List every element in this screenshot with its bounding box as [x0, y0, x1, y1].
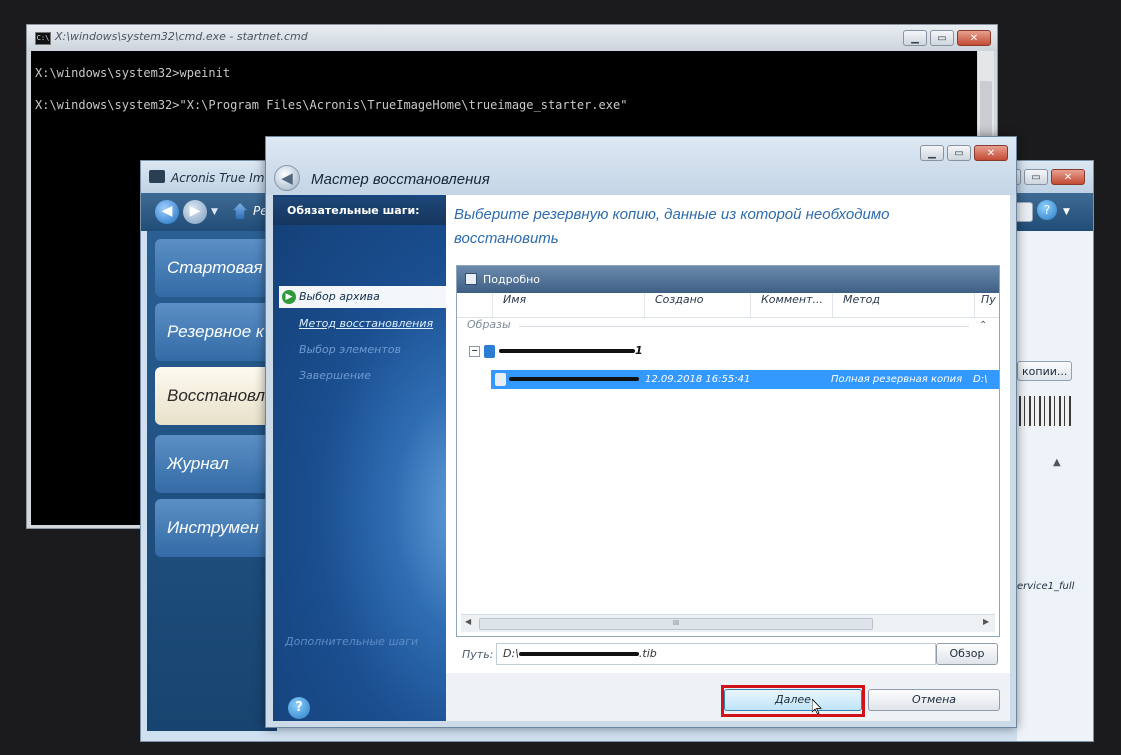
details-icon [465, 273, 477, 285]
path-label: Путь: [462, 648, 494, 661]
horizontal-scrollbar[interactable]: ◀ III ▶ [461, 614, 995, 632]
home-icon[interactable] [233, 203, 247, 219]
acronis-right-pane: копии... ▲ ervice1_full [1017, 231, 1093, 741]
help-icon[interactable]: ? [1037, 200, 1057, 220]
backup-file-icon [495, 373, 506, 386]
browse-button[interactable]: Обзор [936, 643, 998, 665]
path-suffix: .tib [638, 647, 657, 660]
step-select-items: Выбор элементов [299, 343, 401, 356]
archive-list-panel: Подробно Имя Создано Коммент... Метод Пу… [456, 265, 1000, 637]
restore-wizard-dialog: ◀ Мастер восстановления ▁ ▭ ✕ Обязательн… [265, 136, 1017, 728]
close-icon[interactable]: ✕ [974, 145, 1008, 161]
highlight-box [721, 685, 865, 717]
chevron-down-icon[interactable]: ▼ [211, 207, 218, 217]
back-arrow-icon[interactable]: ◀ [274, 165, 300, 191]
column-headers: Имя Создано Коммент... Метод Пу [457, 293, 999, 318]
close-icon[interactable]: ✕ [1051, 169, 1085, 185]
cmd-line: X:\windows\system32>wpeinit [35, 66, 231, 80]
maximize-icon[interactable]: ▭ [1024, 169, 1048, 185]
scroll-right-icon[interactable]: ▶ [983, 617, 989, 626]
sidebar-item-start[interactable]: Стартовая [155, 239, 283, 297]
column-name[interactable]: Имя [493, 293, 645, 317]
sidebar-item-backup[interactable]: Резервное к [155, 303, 283, 361]
optional-steps-label: Дополнительные шаги [285, 635, 419, 648]
sidebar-item-log[interactable]: Журнал [155, 435, 283, 493]
cmd-titlebar[interactable]: C:\ X:\windows\system32\cmd.exe - startn… [27, 25, 997, 51]
forward-arrow-icon[interactable]: ▶ [183, 200, 207, 224]
cmd-window-controls: ▁ ▭ ✕ [903, 30, 991, 46]
wizard-titlebar[interactable]: ◀ Мастер восстановления ▁ ▭ ✕ [266, 137, 1016, 195]
page-heading: Выберите резервную копию, данные из кото… [454, 206, 890, 247]
copies-button[interactable]: копии... [1017, 361, 1072, 381]
panel-header: Подробно [457, 266, 999, 293]
scroll-thumb[interactable] [980, 81, 992, 141]
group-divider [519, 326, 969, 327]
path-field[interactable]: D:\ .tib [496, 643, 936, 665]
maximize-icon[interactable]: ▭ [947, 145, 971, 161]
scroll-left-icon[interactable]: ◀ [465, 617, 471, 626]
column-blank [457, 293, 493, 317]
cmd-line: X:\windows\system32>"X:\Program Files\Ac… [35, 98, 628, 112]
steps-header: Обязательные шаги: [273, 197, 446, 225]
barcode-graphic [1019, 396, 1071, 426]
sidebar-item-tools[interactable]: Инструмен [155, 499, 283, 557]
wizard-content: Выберите резервную копию, данные из кото… [446, 195, 1010, 673]
cancel-button[interactable]: Отмена [868, 689, 1000, 711]
cmd-app-icon: C:\ [35, 32, 51, 45]
panel-title: Подробно [483, 273, 541, 286]
acronis-sidebar: Стартовая Резервное к Восстановл Журнал … [147, 231, 283, 731]
redacted-archive-name [499, 349, 635, 353]
table-row[interactable]: 12.09.2018 16:55:41 Полная резервная коп… [491, 370, 999, 389]
backup-path: D:\ [973, 374, 988, 385]
backup-method: Полная резервная копия [831, 374, 963, 385]
step-select-archive[interactable]: ▶ Выбор архива [279, 286, 446, 308]
redacted-backup-name [509, 377, 639, 381]
collapse-icon[interactable]: − [469, 345, 480, 357]
path-row: Путь: D:\ .tib Обзор [456, 643, 1000, 667]
group-label: Образы [467, 318, 511, 331]
help-icon[interactable]: ? [288, 697, 310, 719]
scroll-thumb[interactable]: III [479, 618, 873, 630]
minimize-icon[interactable]: ▁ [903, 30, 927, 46]
column-created[interactable]: Создано [645, 293, 751, 317]
cmd-title: X:\windows\system32\cmd.exe - startnet.c… [55, 30, 308, 43]
backup-date: 12.09.2018 16:55:41 [645, 374, 751, 385]
wizard-title: Мастер восстановления [311, 171, 490, 188]
step-restore-method[interactable]: Метод восстановления [299, 317, 433, 330]
sidebar-item-restore[interactable]: Восстановл [155, 367, 283, 425]
column-path[interactable]: Пу [975, 293, 999, 317]
archive-label: ervice1_full [1017, 581, 1075, 592]
wizard-steps-sidebar: Обязательные шаги: ▶ Выбор архива Метод … [273, 195, 446, 721]
acronis-app-icon [149, 170, 165, 183]
path-prefix: D:\ [503, 647, 519, 660]
wizard-window-controls: ▁ ▭ ✕ [920, 145, 1008, 161]
archive-icon [484, 344, 495, 358]
column-method[interactable]: Метод [833, 293, 975, 317]
arrow-right-icon: ▶ [282, 290, 296, 304]
minimize-icon[interactable]: ▁ [920, 145, 944, 161]
close-icon[interactable]: ✕ [957, 30, 991, 46]
redacted-path [518, 652, 639, 656]
step-finish: Завершение [299, 369, 371, 382]
column-comment[interactable]: Коммент... [751, 293, 833, 317]
mouse-cursor-icon [812, 699, 822, 715]
archive-tree-node[interactable]: −1 [469, 344, 643, 358]
back-arrow-icon[interactable]: ◀ [155, 200, 179, 224]
chevron-up-icon[interactable]: ▲ [1053, 457, 1061, 468]
archive-name-tail: 1 [635, 344, 643, 357]
step-label: Выбор архива [299, 290, 380, 303]
maximize-icon[interactable]: ▭ [930, 30, 954, 46]
chevron-up-icon[interactable]: ⌃ [979, 320, 987, 331]
chevron-down-icon[interactable]: ▼ [1063, 207, 1070, 217]
